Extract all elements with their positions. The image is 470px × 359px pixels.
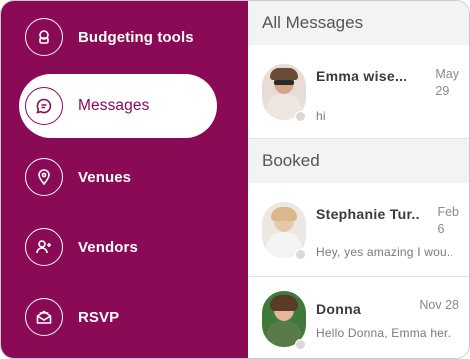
status-dot (295, 111, 306, 122)
section-header-booked: Booked (248, 139, 469, 183)
add-user-icon (25, 228, 63, 266)
sidebar-item-label: Venues (78, 168, 132, 186)
sidebar-item-rsvp[interactable]: RSVP (19, 285, 217, 349)
contact-name: Emma wise... (316, 68, 406, 84)
messages-panel: All Messages Emma wise... May 29 hi Book… (248, 1, 469, 358)
sidebar-item-label: RSVP (78, 308, 120, 326)
conversation-item[interactable]: Stephanie Tur... Feb 6 Hey, yes amazing … (248, 183, 469, 277)
sidebar: Budgeting tools Messages Venues Vendors … (1, 1, 248, 358)
sidebar-item-vendors[interactable]: Vendors (19, 215, 217, 279)
message-date: Feb 6 (437, 205, 459, 236)
message-date: Nov 28 (419, 298, 459, 312)
sidebar-item-label: Vendors (78, 238, 138, 256)
budget-icon (25, 18, 63, 56)
location-pin-icon (25, 158, 63, 196)
message-preview: hi (316, 109, 326, 123)
section-title: Booked (262, 151, 320, 170)
contact-name: Stephanie Tur... (316, 206, 420, 222)
status-dot (295, 339, 306, 350)
conversation-item[interactable]: Emma wise... May 29 hi (248, 45, 469, 139)
message-preview: Hello Donna, Emma her... (316, 326, 452, 340)
sidebar-item-label: Budgeting tools (78, 28, 194, 46)
conversation-item[interactable]: Donna Nov 28 Hello Donna, Emma her... (248, 277, 469, 358)
message-date: May 29 (435, 67, 459, 98)
sidebar-item-budgeting-tools[interactable]: Budgeting tools (19, 5, 217, 69)
section-title: All Messages (262, 13, 364, 32)
status-dot (295, 249, 306, 260)
sidebar-item-messages[interactable]: Messages (19, 74, 217, 138)
sidebar-item-label: Messages (78, 97, 150, 114)
message-preview: Hey, yes amazing I wou... (316, 245, 452, 259)
chat-bubble-icon (25, 87, 63, 125)
envelope-icon (25, 298, 63, 336)
contact-name: Donna (316, 301, 362, 317)
app-window: Budgeting tools Messages Venues Vendors … (0, 0, 470, 359)
sidebar-item-venues[interactable]: Venues (19, 145, 217, 209)
section-header-all-messages: All Messages (248, 1, 469, 45)
